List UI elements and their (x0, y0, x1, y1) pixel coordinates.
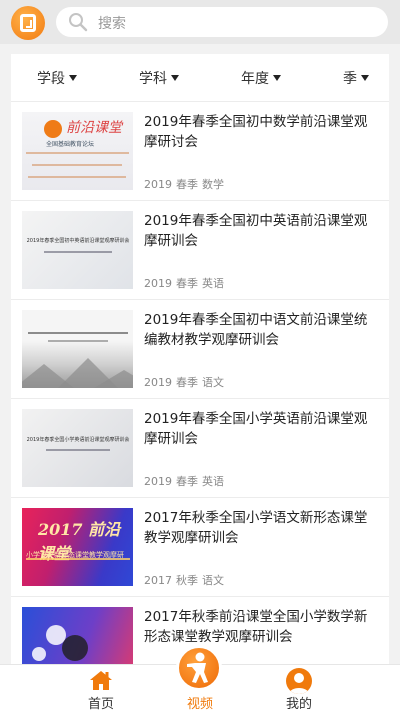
item-meta: 2017 秋季 语文 (144, 574, 224, 587)
video-thumbnail: 前沿课堂 全国基础教育论坛 (22, 112, 133, 190)
nav-mine-label: 我的 (285, 697, 312, 711)
top-bar: 搜索 (0, 0, 400, 44)
dropdown-arrow-icon (69, 74, 77, 81)
bottom-nav: 首页 视频 我的 (0, 645, 400, 711)
list-item[interactable]: 2019年春季全国初中语文前沿课堂统编教材教学观摩研训会 2019 春季 语文 (11, 300, 389, 399)
filter-subject[interactable]: 学科 (139, 68, 179, 88)
dropdown-arrow-icon (273, 74, 281, 81)
list-item[interactable]: 前沿课堂 全国基础教育论坛 2019年春季全国初中数学前沿课堂观摩研讨会 201… (11, 102, 389, 201)
dropdown-arrow-icon (171, 74, 179, 81)
search-input[interactable]: 搜索 (56, 7, 388, 37)
nav-home-label: 首页 (87, 697, 114, 711)
video-thumbnail: 2017 前沿课堂 小学语文新形态课堂教学观摩研 (22, 508, 133, 586)
video-list-panel: 学段 学科 年度 季 前沿课堂 全国基础教育论坛 2019年春季全国初中数学前沿… (11, 54, 389, 674)
item-title: 2019年春季全国初中英语前沿课堂观摩研训会 (144, 213, 368, 249)
list-item[interactable]: 2019年春季全国小学英语前沿课堂观摩研训会 2019年春季全国小学英语前沿课堂… (11, 399, 389, 498)
user-icon (286, 668, 312, 694)
item-title: 2019年春季全国初中语文前沿课堂统编教材教学观摩研训会 (144, 312, 368, 348)
brand-logo-icon (44, 120, 62, 138)
list-item[interactable]: 2019年春季全国初中英语前沿课堂观摩研训会 2019年春季全国初中英语前沿课堂… (11, 201, 389, 300)
video-thumbnail: 2019年春季全国初中英语前沿课堂观摩研训会 (22, 211, 133, 289)
video-icon (176, 645, 222, 691)
home-icon (90, 671, 112, 690)
item-meta: 2019 春季 英语 (144, 475, 224, 488)
thumbnail-brand: 前沿课堂 (66, 120, 122, 136)
item-title: 2019年春季全国初中数学前沿课堂观摩研讨会 (144, 114, 368, 150)
item-meta: 2019 春季 数学 (144, 178, 224, 191)
app-logo-icon[interactable] (11, 6, 45, 40)
item-title: 2017年秋季全国小学语文新形态课堂教学观摩研训会 (144, 510, 368, 546)
thumbnail-caption: 全国基础教育论坛 (46, 141, 95, 148)
thumbnail-caption: 2019年春季全国初中英语前沿课堂观摩研训会 (26, 238, 130, 244)
video-thumbnail: 2019年春季全国小学英语前沿课堂观摩研训会 (22, 409, 133, 487)
search-icon (69, 13, 88, 32)
filter-bar: 学段 学科 年度 季 (11, 54, 389, 102)
filter-year[interactable]: 年度 (241, 68, 281, 88)
list-item[interactable]: 2017 前沿课堂 小学语文新形态课堂教学观摩研 2017年秋季全国小学语文新形… (11, 498, 389, 597)
item-title: 2017年秋季前沿课堂全国小学数学新形态课堂教学观摩研训会 (144, 609, 368, 645)
nav-video-label: 视频 (186, 697, 213, 711)
filter-stage[interactable]: 学段 (37, 68, 77, 88)
search-placeholder: 搜索 (98, 16, 126, 32)
thumbnail-caption: 2019年春季全国小学英语前沿课堂观摩研训会 (26, 437, 130, 443)
item-title: 2019年春季全国小学英语前沿课堂观摩研训会 (144, 411, 368, 447)
filter-season[interactable]: 季 (343, 68, 369, 88)
item-meta: 2019 春季 英语 (144, 277, 224, 290)
item-meta: 2019 春季 语文 (144, 376, 224, 389)
video-thumbnail (22, 310, 133, 388)
dropdown-arrow-icon (361, 74, 369, 81)
